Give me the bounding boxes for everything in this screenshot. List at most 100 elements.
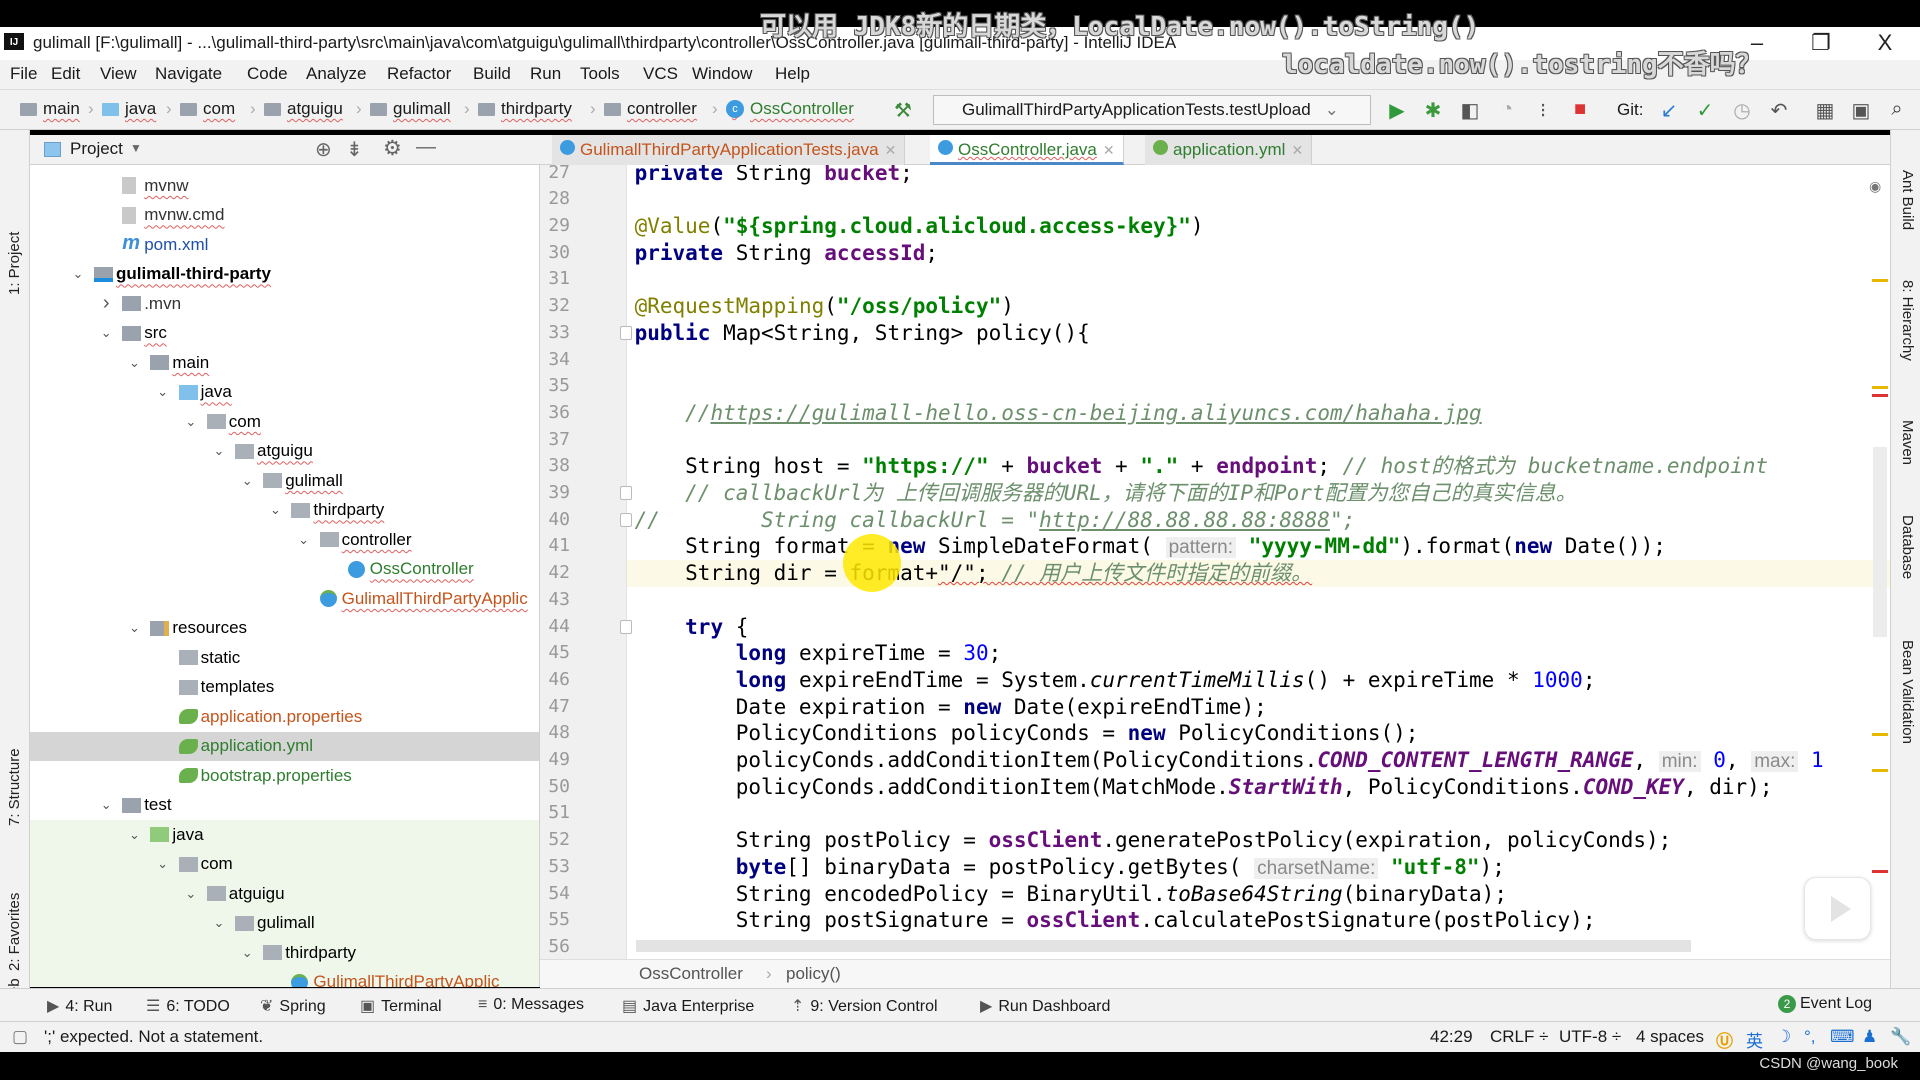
chevron-down-icon[interactable]: ⌄ xyxy=(183,414,199,430)
build-hammer-icon[interactable]: ⚒ xyxy=(890,98,916,123)
tree-item-osscontroller[interactable]: OssController xyxy=(30,555,539,585)
menu-run[interactable]: Run xyxy=(530,64,561,84)
line-separator-select[interactable]: CRLF ÷ xyxy=(1490,1027,1548,1047)
menu-view[interactable]: View xyxy=(100,64,137,84)
tree-item-thirdparty[interactable]: ⌄ thirdparty xyxy=(30,496,539,526)
chevron-down-icon[interactable]: ⌄ xyxy=(70,266,86,282)
menu-file[interactable]: File xyxy=(10,64,37,84)
chevron-down-icon[interactable]: ⌄ xyxy=(211,915,227,931)
user-icon[interactable]: ♟ xyxy=(1862,1027,1877,1047)
chevron-down-icon[interactable]: ⌄ xyxy=(239,945,255,961)
code-editor[interactable]: 27 28 29 30 31 32 33 34 35 36 37 38 39 40 41 42 43 44 45 46… xyxy=(540,165,1890,959)
editor-tab-osscontroller-java[interactable]: OssController.java ✕ xyxy=(930,135,1124,165)
close-tab-icon[interactable]: ✕ xyxy=(885,142,897,158)
chevron-down-icon[interactable]: ⌄ xyxy=(155,384,171,400)
git-commit-icon[interactable]: ✓ xyxy=(1692,98,1718,123)
chevron-down-icon[interactable]: ⌄ xyxy=(267,502,283,518)
nav-crumb-thirdparty[interactable]: thirdparty xyxy=(478,99,572,119)
menu-vcs[interactable]: VCS xyxy=(643,64,678,84)
breadcrumb-method[interactable]: policy() xyxy=(786,964,841,984)
chevron-down-icon[interactable]: ⌄ xyxy=(296,532,312,548)
tree-item-resources[interactable]: ⌄ resources xyxy=(30,614,539,644)
chevron-down-icon[interactable]: ⌄ xyxy=(126,620,142,636)
menu-help[interactable]: Help xyxy=(775,64,810,84)
right-stripe-database[interactable]: Database xyxy=(1899,515,1916,579)
menu-window[interactable]: Window xyxy=(692,64,752,84)
indent-select[interactable]: 4 spaces xyxy=(1636,1027,1704,1047)
chevron-right-icon[interactable]: › xyxy=(98,292,114,315)
right-stripe-beanvalidation[interactable]: Bean Validation xyxy=(1899,640,1916,744)
chevron-down-icon[interactable]: ⌄ xyxy=(126,827,142,843)
stop-icon[interactable]: ■ xyxy=(1567,98,1593,121)
coverage-icon[interactable]: ◧ xyxy=(1457,98,1483,123)
left-stripe-favorites[interactable]: 2: Favorites xyxy=(6,893,23,971)
ime-language[interactable]: 英 xyxy=(1746,1027,1763,1052)
breadcrumb-class[interactable]: OssController xyxy=(639,964,743,984)
tree-item-src[interactable]: ⌄ src xyxy=(30,319,539,349)
menu-analyze[interactable]: Analyze xyxy=(306,64,366,84)
warning-marker[interactable] xyxy=(1872,279,1888,282)
left-stripe-project[interactable]: 1: Project xyxy=(6,232,23,295)
chevron-down-icon[interactable]: ⌄ xyxy=(183,886,199,902)
tool----version-control[interactable]: ⇡ 9: Version Control xyxy=(791,996,938,1016)
menu-navigate[interactable]: Navigate xyxy=(155,64,222,84)
tree-item-thirdparty[interactable]: ⌄ thirdparty xyxy=(30,938,539,968)
tree-item-atguigu[interactable]: ⌄ atguigu xyxy=(30,879,539,909)
chevron-down-icon[interactable]: ⌄ xyxy=(239,473,255,489)
tree-item-pom-xml[interactable]: m pom.xml xyxy=(30,230,539,260)
keyboard-icon[interactable]: ⌨ xyxy=(1830,1027,1855,1047)
nav-crumb-controller[interactable]: controller xyxy=(604,99,697,119)
warning-marker[interactable] xyxy=(1872,769,1888,772)
tool-java-enterprise[interactable]: ▤ Java Enterprise xyxy=(622,996,754,1016)
error-marker[interactable] xyxy=(1872,870,1888,873)
project-view-select[interactable]: Project xyxy=(70,139,123,159)
tool----messages[interactable]: ≡ 0: Messages xyxy=(478,996,584,1014)
horizontal-scrollbar[interactable] xyxy=(636,940,1691,952)
tool-spring[interactable]: ❦ Spring xyxy=(260,996,326,1016)
gear-icon[interactable]: ⚙ xyxy=(383,136,402,161)
menu-build[interactable]: Build xyxy=(473,64,511,84)
tool-terminal[interactable]: ▣ Terminal xyxy=(360,996,442,1016)
tool-run-dashboard[interactable]: ▶ Run Dashboard xyxy=(980,996,1110,1016)
close-tab-icon[interactable]: ✕ xyxy=(1291,142,1303,158)
menu-refactor[interactable]: Refactor xyxy=(387,64,451,84)
tool----run[interactable]: ▶ 4: Run xyxy=(47,996,112,1016)
tree-item-bootstrap-properties[interactable]: bootstrap.properties xyxy=(30,761,539,791)
vertical-scrollbar[interactable] xyxy=(1873,447,1887,637)
close-tab-icon[interactable]: ✕ xyxy=(1103,142,1115,158)
editor-tab-application-yml[interactable]: application.yml ✕ xyxy=(1145,135,1313,165)
caret-position[interactable]: 42:29 xyxy=(1430,1027,1473,1047)
tree-item-static[interactable]: static xyxy=(30,643,539,673)
left-stripe-structure[interactable]: 7: Structure xyxy=(6,748,23,826)
tree-item-com[interactable]: ⌄ com xyxy=(30,407,539,437)
rollback-icon[interactable]: ↶ xyxy=(1766,98,1792,123)
tree-item-mvnw-cmd[interactable]: mvnw.cmd xyxy=(30,201,539,231)
ime-logo-icon[interactable]: Ⓤ xyxy=(1716,1027,1733,1052)
tree-item--mvn[interactable]: › .mvn xyxy=(30,289,539,319)
tree-item-gulimall[interactable]: ⌄ gulimall xyxy=(30,908,539,938)
tree-item-gulimallthirdpartyapplic[interactable]: GulimallThirdPartyApplic xyxy=(30,967,539,987)
chevron-down-icon[interactable]: ⌄ xyxy=(211,443,227,459)
status-toggle-icon[interactable]: ▢ xyxy=(12,1027,28,1047)
tree-item-controller[interactable]: ⌄ controller xyxy=(30,525,539,555)
tree-item-application-properties[interactable]: application.properties xyxy=(30,702,539,732)
tree-item-gulimall[interactable]: ⌄ gulimall xyxy=(30,466,539,496)
editor-tab-gulimallthirdpartyapplicationtests-java[interactable]: GulimallThirdPartyApplicationTests.java ✕ xyxy=(552,135,906,165)
nav-crumb-gulimall[interactable]: gulimall xyxy=(370,99,451,119)
menu-code[interactable]: Code xyxy=(247,64,288,84)
video-play-widget[interactable] xyxy=(1804,877,1871,940)
inspection-eye-icon[interactable]: ◉ xyxy=(1869,178,1881,195)
project-structure-icon[interactable]: ▦ xyxy=(1812,98,1838,123)
ime-punctuation-icon[interactable]: °, xyxy=(1804,1027,1816,1047)
nav-crumb-osscontroller[interactable]: c OssController xyxy=(726,99,854,119)
chevron-down-icon[interactable]: ⌄ xyxy=(126,355,142,371)
tree-item-test[interactable]: ⌄ test xyxy=(30,791,539,821)
error-marker[interactable] xyxy=(1872,394,1888,397)
chevron-down-icon[interactable]: ⌄ xyxy=(98,325,114,341)
terminal-window-icon[interactable]: ▣ xyxy=(1848,98,1874,123)
nav-crumb-com[interactable]: com xyxy=(180,99,235,119)
tree-item-com[interactable]: ⌄ com xyxy=(30,849,539,879)
tree-item-java[interactable]: ⌄ java xyxy=(30,378,539,408)
tree-item-gulimallthirdpartyapplic[interactable]: GulimallThirdPartyApplic xyxy=(30,584,539,614)
attach-icon[interactable]: ⁝ xyxy=(1530,98,1556,123)
